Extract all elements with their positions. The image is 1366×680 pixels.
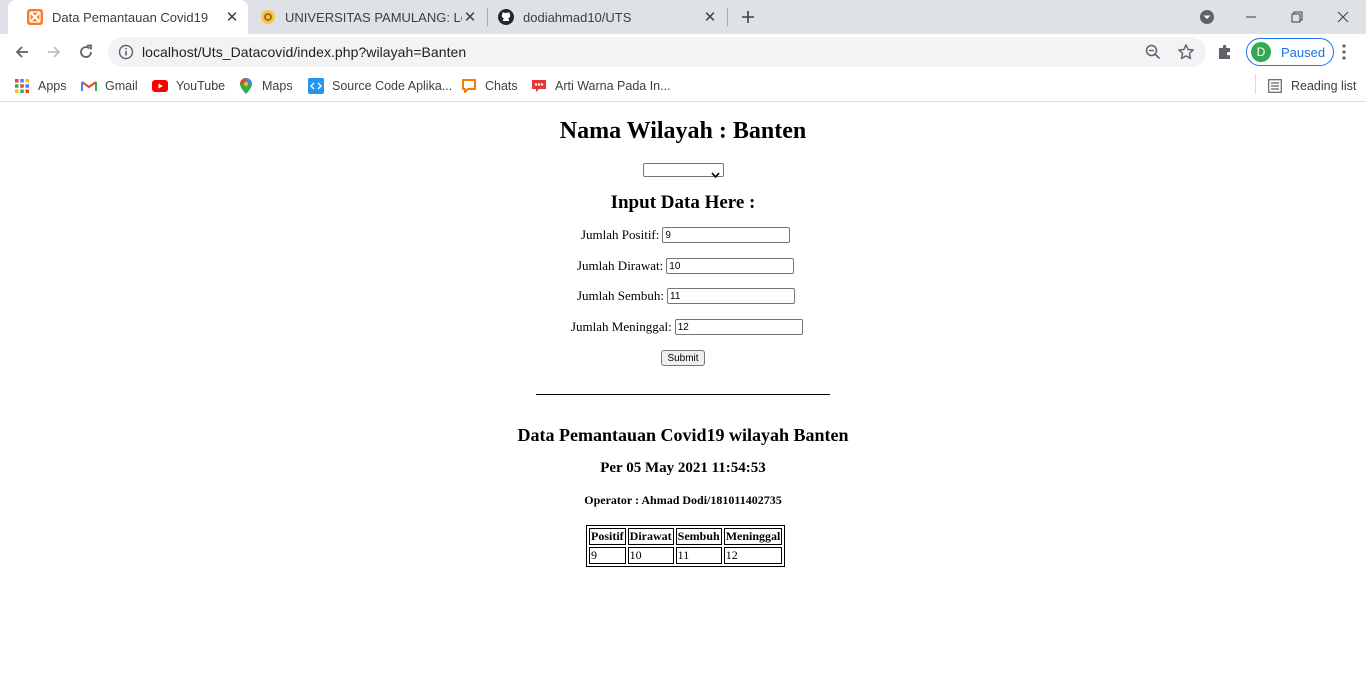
new-tab-button[interactable] (736, 5, 760, 29)
tab-data-pemantauan[interactable]: Data Pemantauan Covid19 ✕ (8, 0, 248, 34)
bookmark-maps[interactable]: Maps (238, 76, 293, 96)
unpam-icon (260, 9, 276, 25)
minimize-button[interactable] (1228, 0, 1274, 34)
forward-button[interactable] (40, 38, 68, 66)
github-icon (498, 9, 514, 25)
bookmark-source-code[interactable]: Source Code Aplika... (308, 76, 452, 96)
table-cell: 10 (627, 547, 674, 564)
close-window-button[interactable] (1320, 0, 1366, 34)
tab-unpam[interactable]: UNIVERSITAS PAMULANG: Log in ✕ (248, 0, 486, 34)
close-icon[interactable]: ✕ (702, 9, 718, 26)
chat-icon (461, 78, 477, 94)
tab-separator (727, 8, 728, 26)
bookmark-youtube[interactable]: YouTube (152, 76, 225, 96)
field-label: Jumlah Sembuh: (577, 288, 665, 303)
close-icon[interactable]: ✕ (224, 9, 240, 26)
tab-title: UNIVERSITAS PAMULANG: Log in (285, 9, 462, 25)
bookmark-label: Apps (38, 79, 67, 93)
bookmark-red-icon (531, 78, 547, 94)
report-title: Data Pemantauan Covid19 wilayah Banten (517, 425, 849, 445)
bookmark-arti-warna[interactable]: Arti Warna Pada In... (531, 76, 671, 96)
close-icon[interactable]: ✕ (462, 9, 478, 26)
column-header: Dirawat (627, 528, 674, 545)
operator-info: Operator : Ahmad Dodi/181011402735 (584, 493, 782, 507)
field-label: Jumlah Positif: (581, 227, 660, 242)
tab-github[interactable]: dodiahmad10/UTS ✕ (488, 0, 726, 34)
bookmark-label: YouTube (176, 79, 226, 93)
avatar: D (1251, 42, 1271, 62)
divider (536, 394, 830, 395)
bookmark-gmail[interactable]: Gmail (81, 76, 138, 96)
gmail-icon (81, 78, 97, 94)
page-content: Nama Wilayah : Banten Input Data Here : … (0, 103, 1366, 680)
reading-list-icon (1267, 78, 1283, 94)
apps-grid-icon (14, 78, 30, 94)
bookmark-label: Gmail (105, 79, 138, 93)
bookmark-apps[interactable]: Apps (14, 76, 67, 96)
url-text[interactable]: localhost/Uts_Datacovid/index.php?wilaya… (142, 44, 466, 60)
table-cell: 9 (589, 547, 626, 564)
kebab-menu-icon[interactable] (1336, 43, 1352, 66)
forward-arrow-icon (48, 46, 61, 58)
tab-title: Data Pemantauan Covid19 (52, 9, 209, 25)
page-title: Nama Wilayah : Banten (559, 118, 807, 144)
covid-data-table: Positif Dirawat Sembuh Meninggal 9 10 11… (586, 525, 786, 567)
address-bar[interactable]: localhost/Uts_Datacovid/index.php?wilaya… (108, 37, 1206, 67)
reading-list-button[interactable]: Reading list (1267, 76, 1356, 96)
tab-strip: Data Pemantauan Covid19 ✕ UNIVERSITAS PA… (0, 0, 1366, 34)
column-header: Meninggal (723, 528, 783, 545)
field-label: Jumlah Dirawat: (577, 258, 664, 273)
site-info-icon[interactable] (118, 44, 134, 65)
bookmarks-bar: Apps Gmail YouTube Maps Source Code Apli… (0, 70, 1366, 102)
meninggal-input[interactable] (674, 319, 803, 335)
profile-status: Paused (1281, 44, 1326, 60)
tab-search-icon[interactable] (1198, 8, 1216, 26)
reload-button[interactable] (72, 38, 100, 66)
field-dirawat: Jumlah Dirawat: (577, 258, 795, 274)
bookmark-label: Arti Warna Pada In... (555, 79, 671, 93)
submit-button[interactable]: Submit (661, 350, 705, 366)
bookmarks-separator (1255, 74, 1256, 94)
column-header: Positif (589, 528, 626, 545)
dirawat-input[interactable] (666, 258, 795, 274)
browser-toolbar: localhost/Uts_Datacovid/index.php?wilaya… (0, 34, 1366, 70)
chevron-down-icon (711, 166, 720, 184)
xampp-icon (27, 9, 43, 25)
code-icon (308, 78, 324, 94)
back-arrow-icon (15, 46, 28, 58)
table-header-row: Positif Dirawat Sembuh Meninggal (589, 528, 783, 545)
sembuh-input[interactable] (667, 288, 796, 304)
field-sembuh: Jumlah Sembuh: (577, 288, 796, 304)
column-header: Sembuh (675, 528, 722, 545)
tab-title: dodiahmad10/UTS (523, 9, 632, 25)
youtube-icon (152, 78, 168, 94)
report-date: Per 05 May 2021 11:54:53 (600, 460, 766, 476)
maps-icon (238, 78, 254, 94)
reading-list-label: Reading list (1291, 79, 1357, 93)
field-positif: Jumlah Positif: (581, 227, 791, 243)
bookmark-label: Chats (485, 79, 518, 93)
reload-icon (80, 44, 92, 58)
table-row: 9 10 11 12 (589, 547, 783, 564)
bookmark-star-icon[interactable] (1177, 43, 1195, 66)
bookmark-label: Maps (262, 79, 293, 93)
extensions-puzzle-icon[interactable] (1216, 43, 1234, 66)
field-meninggal: Jumlah Meninggal: (571, 319, 803, 335)
table-cell: 12 (723, 547, 783, 564)
bookmark-chats[interactable]: Chats (461, 76, 518, 96)
back-button[interactable] (8, 38, 36, 66)
restore-button[interactable] (1274, 0, 1320, 34)
profile-button[interactable]: D Paused (1246, 38, 1334, 66)
zoom-icon[interactable] (1145, 44, 1161, 65)
form-heading: Input Data Here : (610, 192, 756, 213)
region-select[interactable] (643, 163, 724, 179)
bookmark-label: Source Code Aplika... (332, 79, 453, 93)
positif-input[interactable] (662, 227, 791, 243)
field-label: Jumlah Meninggal: (571, 319, 672, 334)
table-cell: 11 (675, 547, 722, 564)
